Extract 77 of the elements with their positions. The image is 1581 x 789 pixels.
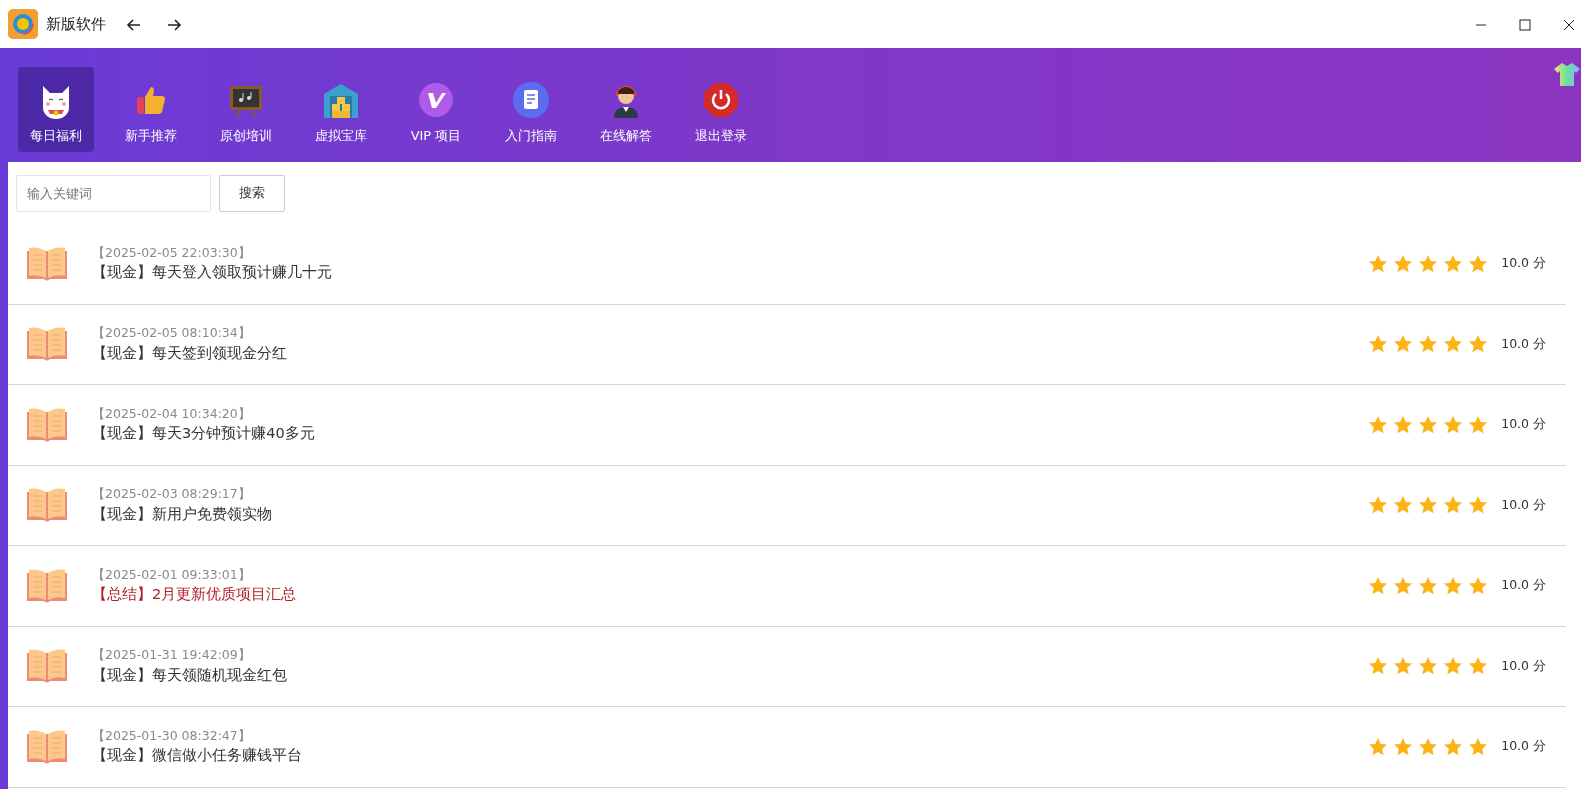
star-icon xyxy=(1468,334,1489,355)
nav-tab[interactable]: 原创培训 xyxy=(208,67,284,152)
star-icon xyxy=(1393,253,1414,274)
item-title[interactable]: 【现金】新用户免费领实物 xyxy=(92,503,1369,526)
item-timestamp: 【2025-02-03 08:29:17】 xyxy=(92,485,252,503)
star-icon xyxy=(1368,253,1389,274)
star-icon xyxy=(1468,495,1489,516)
open-book-icon xyxy=(26,326,68,363)
star-icon xyxy=(1368,495,1389,516)
star-icon xyxy=(1443,414,1464,435)
star-icon xyxy=(1418,414,1439,435)
star-icon xyxy=(1393,736,1414,757)
star-icon xyxy=(1418,656,1439,677)
item-timestamp: 【2025-02-01 09:33:01】 xyxy=(92,565,252,584)
star-icon xyxy=(1468,253,1489,274)
open-book-icon xyxy=(26,406,68,443)
nav-tab[interactable]: 入门指南 xyxy=(493,67,569,152)
star-icon xyxy=(1368,736,1389,757)
nav-tab[interactable]: VIP 项目 xyxy=(398,67,474,152)
star-icon xyxy=(1418,575,1439,596)
star-icon xyxy=(1393,334,1414,355)
star-icon xyxy=(1443,253,1464,274)
app-logo-icon xyxy=(8,9,38,39)
shirt-icon[interactable] xyxy=(1553,60,1581,88)
open-book-icon xyxy=(26,245,68,282)
item-score: 10.0 分 xyxy=(1501,656,1546,675)
star-icon xyxy=(1393,575,1414,596)
item-score: 10.0 分 xyxy=(1501,415,1546,434)
nav-tab[interactable]: 在线解答 xyxy=(588,67,664,152)
nav-tab[interactable]: 每日福利 xyxy=(18,67,94,152)
open-book-icon xyxy=(26,728,68,765)
search-button[interactable]: 搜索 xyxy=(219,174,285,212)
star-icon xyxy=(1418,736,1439,757)
item-title[interactable]: 【现金】微信做小任务赚钱平台 xyxy=(92,745,1369,767)
star-icon xyxy=(1443,736,1464,757)
item-timestamp: 【2025-01-30 08:32:47】 xyxy=(92,726,252,745)
document-icon xyxy=(511,79,551,120)
star-icon xyxy=(1468,414,1489,435)
star-icon xyxy=(1368,414,1389,435)
star-icon xyxy=(1443,334,1464,355)
open-book-icon xyxy=(26,567,68,604)
item-title[interactable]: 【现金】每天3分钟预计赚40多元 xyxy=(92,423,1369,445)
open-book-icon xyxy=(26,487,68,524)
item-timestamp: 【2025-01-31 19:42:09】 xyxy=(92,646,252,664)
star-icon xyxy=(1418,334,1439,355)
star-icon xyxy=(1393,414,1414,435)
star-icon xyxy=(1368,656,1389,677)
star-icon xyxy=(1468,736,1489,757)
item-score: 10.0 分 xyxy=(1501,576,1546,595)
item-score: 10.0 分 xyxy=(1501,334,1546,353)
item-timestamp: 【2025-02-05 22:03:30】 xyxy=(92,243,252,262)
star-icon xyxy=(1393,656,1414,677)
item-title[interactable]: 【现金】每天领随机现金红包 xyxy=(92,664,1369,687)
item-title[interactable]: 【现金】每天签到领现金分红 xyxy=(92,342,1369,365)
item-title[interactable]: 【现金】每天登入领取预计赚几十元 xyxy=(92,262,1369,284)
nav-tab[interactable]: 虚拟宝库 xyxy=(303,67,379,152)
star-icon xyxy=(1418,495,1439,516)
star-icon xyxy=(1468,575,1489,596)
star-icon xyxy=(1393,495,1414,516)
window-title: 新版软件 xyxy=(46,13,106,35)
nav-tab[interactable]: 退出登录 xyxy=(683,67,759,152)
search-field[interactable]: 输入关键词 xyxy=(16,174,211,212)
star-icon xyxy=(1418,253,1439,274)
item-score: 10.0 分 xyxy=(1501,254,1546,273)
item-timestamp: 【2025-02-04 10:34:20】 xyxy=(92,404,252,423)
star-icon xyxy=(1443,656,1464,677)
star-icon xyxy=(1443,495,1464,516)
star-icon xyxy=(1368,575,1389,596)
open-book-icon xyxy=(26,648,68,685)
item-score: 10.0 分 xyxy=(1501,495,1546,514)
item-score: 10.0 分 xyxy=(1501,737,1546,756)
item-title[interactable]: 【总结】2月更新优质项目汇总 xyxy=(92,584,1369,606)
item-timestamp: 【2025-02-05 08:10:34】 xyxy=(92,324,252,342)
star-icon xyxy=(1468,656,1489,677)
star-icon xyxy=(1443,575,1464,596)
star-icon xyxy=(1368,334,1389,355)
nav-tab[interactable]: 新手推荐 xyxy=(113,67,189,152)
